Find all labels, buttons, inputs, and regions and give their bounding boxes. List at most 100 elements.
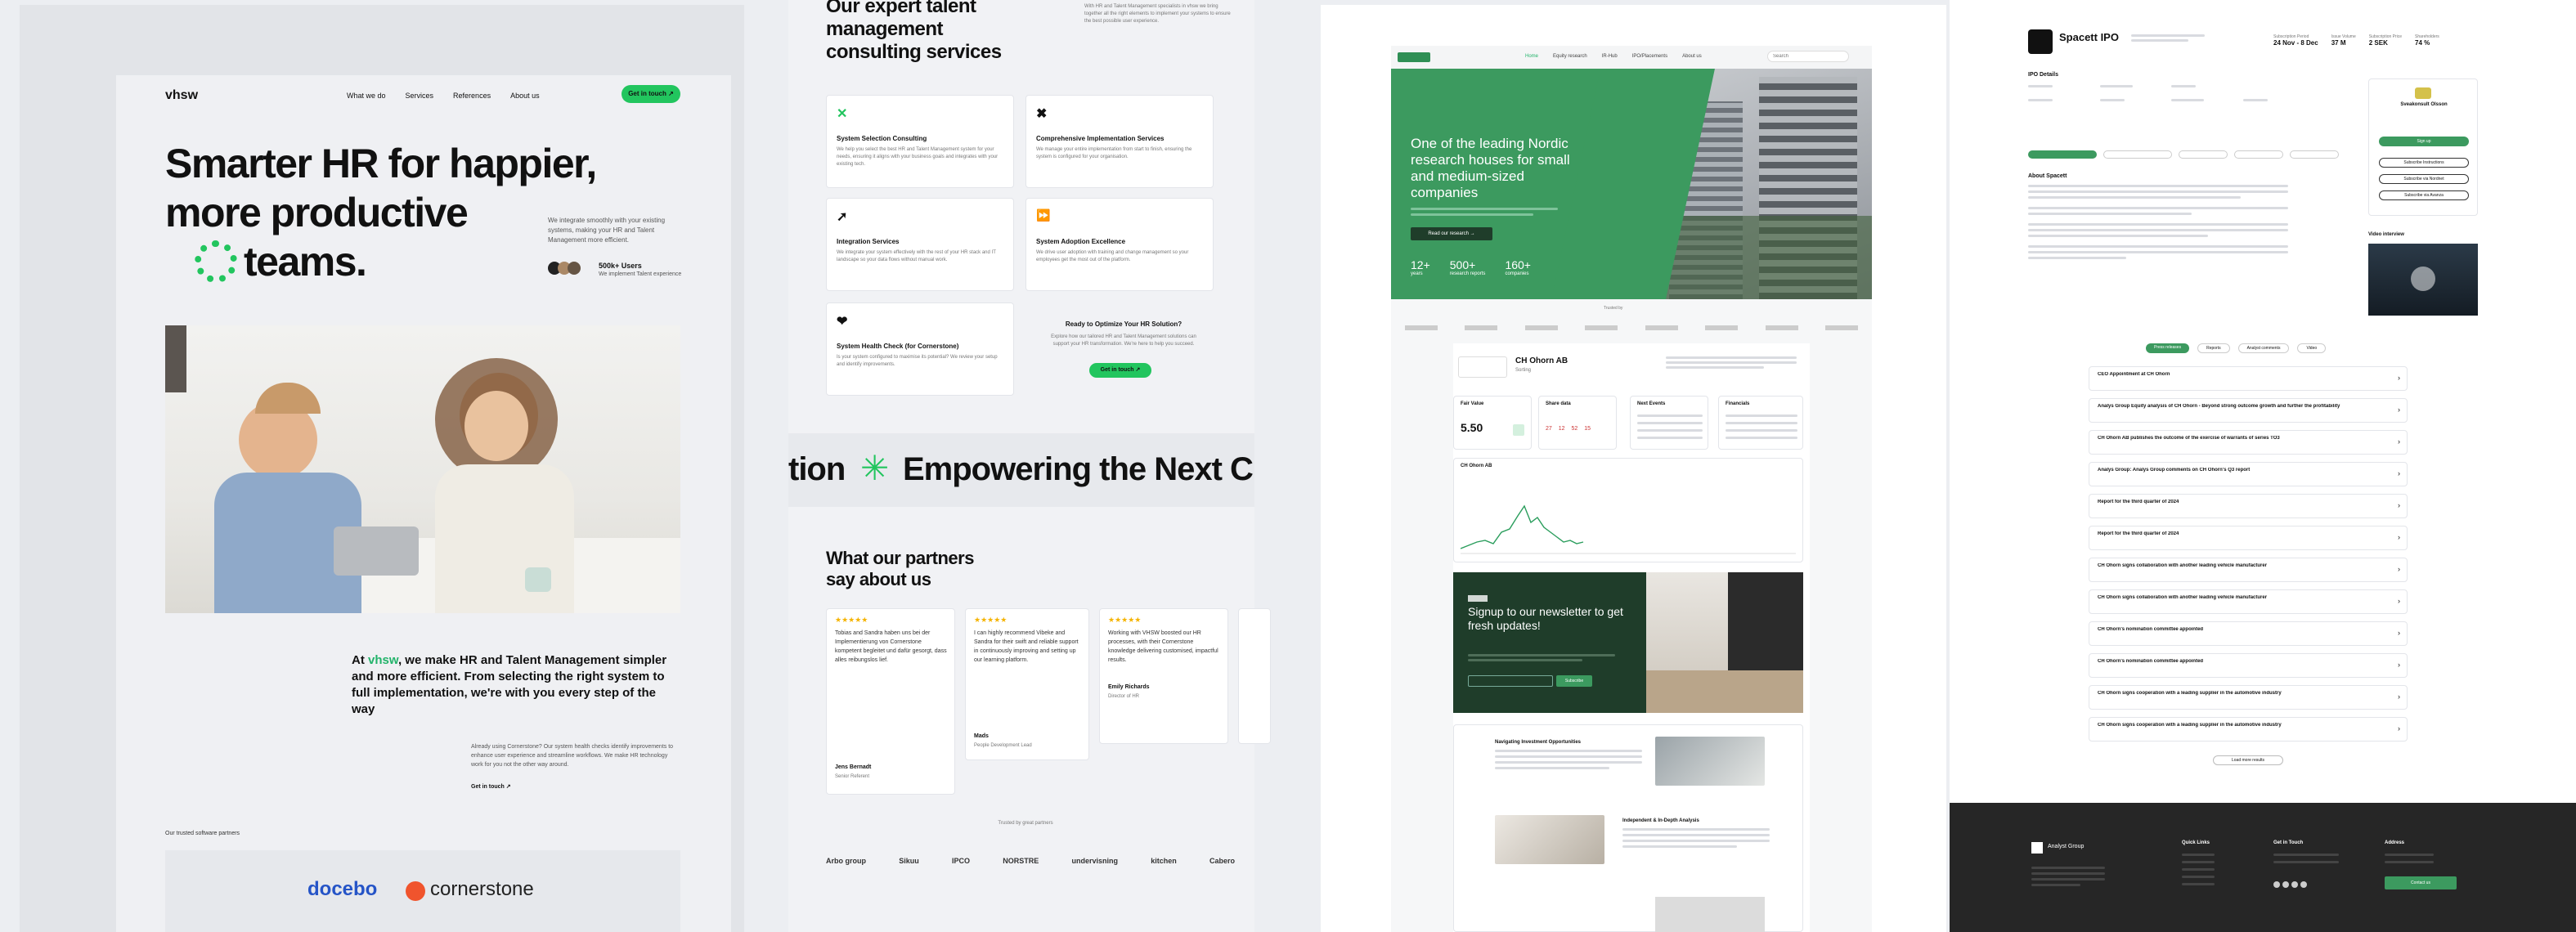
about-sub-text: Already using Cornerstone? Our system he… <box>471 744 674 768</box>
nav-ipo[interactable]: IPO/Placements <box>1632 54 1667 59</box>
users-count: 500k+ Users <box>599 262 642 270</box>
events-card: Next Events <box>1630 396 1708 450</box>
service-title: System Adoption Excellence <box>1036 238 1126 245</box>
cornerstone-icon <box>406 881 425 901</box>
ipo-tab[interactable] <box>2179 150 2228 159</box>
sign-up-button[interactable]: Sign up <box>2379 137 2469 146</box>
ipo-tab[interactable] <box>2103 150 2172 159</box>
ipo-tab[interactable] <box>2290 150 2339 159</box>
testimonial-card: ★★★★★ Tobias and Sandra haben uns bei de… <box>826 608 955 795</box>
about-link[interactable]: Get in touch ↗ <box>471 783 511 790</box>
list-item[interactable]: CH Ohorn signs cooperation with a leadin… <box>2089 717 2408 742</box>
chevron-right-icon: › <box>2398 724 2400 733</box>
social-icon[interactable] <box>2282 881 2289 888</box>
tab-press-releases[interactable]: Press releases <box>2146 343 2190 353</box>
client-logo-strip <box>1391 319 1872 337</box>
tab-video[interactable]: Video <box>2297 343 2327 353</box>
service-text: We drive user adoption with training and… <box>1036 250 1189 262</box>
list-item[interactable]: Report for the third quarter of 2024 › <box>2089 526 2408 550</box>
chevron-right-icon: › <box>2398 501 2400 509</box>
tab-reports[interactable]: Reports <box>2197 343 2230 353</box>
service-card[interactable]: ⏩ System Adoption Excellence We drive us… <box>1025 198 1214 291</box>
list-item[interactable]: CH Ohorn AB publishes the outcome of the… <box>2089 430 2408 455</box>
list-item[interactable]: CH Ohorn's nomination committee appointe… <box>2089 621 2408 646</box>
chevron-right-icon: › <box>2398 692 2400 701</box>
nav-equity-research[interactable]: Equity research <box>1553 54 1587 59</box>
social-icon[interactable] <box>2291 881 2298 888</box>
company-name: CH Ohorn AB <box>1515 356 1568 365</box>
article-photo <box>1655 737 1765 786</box>
company-name: Spacett IPO <box>2059 31 2119 43</box>
list-item[interactable]: Report for the third quarter of 2024 › <box>2089 494 2408 518</box>
trend-icon <box>1513 424 1524 436</box>
service-title: Comprehensive Implementation Services <box>1036 135 1165 142</box>
chevron-right-icon: › <box>2398 374 2400 382</box>
search-input[interactable] <box>1767 51 1849 62</box>
service-title: System Selection Consulting <box>837 135 927 142</box>
card-title: Next Events <box>1637 401 1666 406</box>
avatar-stack <box>548 262 581 275</box>
client-logo <box>1765 325 1798 330</box>
hero-heading: Smarter HR for happier, more productive … <box>165 141 597 285</box>
logos-label: Trusted by great partners <box>998 821 1053 826</box>
vhsw-logo[interactable]: vhsw <box>165 88 198 103</box>
video-thumbnail[interactable] <box>2368 244 2478 316</box>
article-title[interactable]: Navigating Investment Opportunities <box>1495 740 1581 745</box>
footer-contact-button[interactable]: Contact us <box>2385 876 2457 889</box>
list-item[interactable]: CH Ohorn signs cooperation with a leadin… <box>2089 685 2408 710</box>
ipo-tab-active[interactable] <box>2028 150 2097 159</box>
partners-label: Our trusted software partners <box>165 831 240 836</box>
service-card[interactable]: ✖ Comprehensive Implementation Services … <box>1025 95 1214 188</box>
testimonial-text: Tobias and Sandra haben uns bei der Impl… <box>835 630 947 663</box>
load-more-button[interactable]: Load more results <box>2213 755 2283 765</box>
sunburst-icon <box>195 240 237 283</box>
cta-button[interactable]: Get in touch ↗ <box>1089 363 1151 378</box>
nav-home[interactable]: Home <box>1525 54 1538 59</box>
expand-arrows-icon: ✕ <box>837 107 848 121</box>
chevron-right-icon: › <box>2398 597 2400 605</box>
service-card[interactable]: ✕ System Selection Consulting We help yo… <box>826 95 1014 188</box>
nav-references[interactable]: References <box>453 92 491 100</box>
hero-title: One of the leading Nordic research house… <box>1411 136 1570 200</box>
cta-title: Ready to Optimize Your HR Solution? <box>1065 320 1183 328</box>
subscribe-nordnet-button[interactable]: Subscribe via Nordnet <box>2379 174 2469 184</box>
ipo-details-heading: IPO Details <box>2028 72 2058 78</box>
fair-value-card: Fair Value 5.50 <box>1453 396 1532 450</box>
brand-logo-icon[interactable] <box>1398 52 1430 62</box>
partner-logo: Cabero <box>1209 857 1235 865</box>
subscribe-instructions-button[interactable]: Subscribe Instructions <box>2379 158 2469 168</box>
testimonial-author: Jens Bernadt <box>835 764 872 770</box>
social-icon[interactable] <box>2300 881 2307 888</box>
subscribe-avanza-button[interactable]: Subscribe via Avanza <box>2379 190 2469 200</box>
service-title: System Health Check (for Cornerstone) <box>837 343 959 350</box>
list-item[interactable]: CEO Appointment at CH Ohorn › <box>2089 366 2408 391</box>
newsletter-section: Signup to our newsletter to get fresh up… <box>1453 572 1803 713</box>
get-in-touch-button[interactable]: Get in touch ↗ <box>622 85 680 103</box>
list-item[interactable]: CH Ohorn's nomination committee appointe… <box>2089 653 2408 678</box>
nav-services[interactable]: Services <box>406 92 434 100</box>
list-item[interactable]: CH Ohorn signs collaboration with anothe… <box>2089 589 2408 614</box>
play-icon[interactable] <box>2411 267 2435 291</box>
nav-ir-hub[interactable]: IR-Hub <box>1602 54 1618 59</box>
article-title[interactable]: Independent & In-Depth Analysis <box>1622 818 1699 823</box>
nav-about[interactable]: About us <box>1682 54 1702 59</box>
ipo-tab[interactable] <box>2234 150 2283 159</box>
fair-value: 5.50 <box>1461 421 1483 434</box>
newsletter-email-input[interactable] <box>1468 675 1553 687</box>
service-card[interactable]: ➚ Integration Services We integrate your… <box>826 198 1014 291</box>
tab-analyst-comments[interactable]: Analyst comments <box>2237 343 2290 353</box>
newsletter-subscribe-button[interactable]: Subscribe <box>1556 675 1592 687</box>
company-desc <box>1666 356 1797 369</box>
nav-about[interactable]: About us <box>510 92 540 100</box>
company-logo-icon <box>1458 356 1507 378</box>
list-item[interactable]: Analys Group: Analys Group comments on C… <box>2089 462 2408 486</box>
list-item[interactable]: Analys Group Equity analysis of CH Ohorn… <box>2089 398 2408 423</box>
nav-what-we-do[interactable]: What we do <box>347 92 386 100</box>
hero-button[interactable]: Read our research → <box>1411 227 1492 240</box>
service-card[interactable]: ❤ System Health Check (for Cornerstone) … <box>826 302 1014 396</box>
top-nav: Home Equity research IR-Hub IPO/Placemen… <box>1391 46 1872 69</box>
about-heading: About Spacett <box>2028 173 2067 179</box>
list-item[interactable]: CH Ohorn signs collaboration with anothe… <box>2089 558 2408 582</box>
social-icon[interactable] <box>2273 881 2280 888</box>
docebo-logo: docebo <box>307 878 378 900</box>
